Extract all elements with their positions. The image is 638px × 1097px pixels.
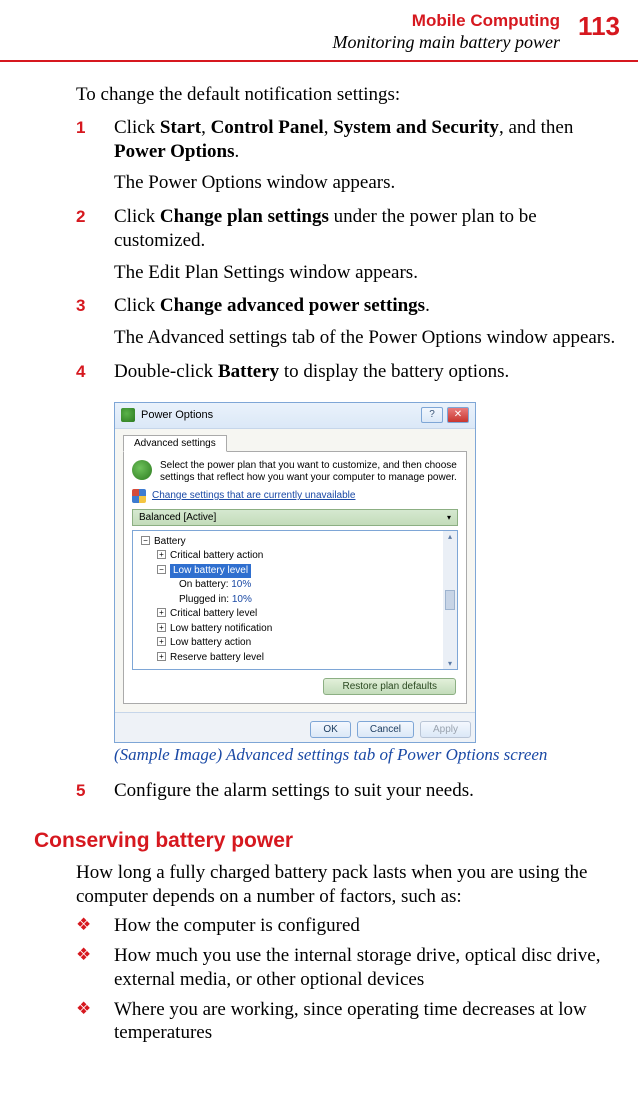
tree-item[interactable]: +Critical battery level [135,607,437,622]
step-number: 5 [76,779,96,811]
titlebar: Power Options ? ✕ [115,403,475,429]
uac-link[interactable]: Change settings that are currently unava… [132,489,458,503]
scroll-thumb[interactable] [445,590,455,610]
titlebar-left: Power Options [121,408,213,422]
step-3: 3 Click Change advanced power settings. … [76,294,620,352]
tree-item[interactable]: +Low battery notification [135,622,437,637]
image-caption: (Sample Image) Advanced settings tab of … [114,745,620,765]
restore-row: Restore plan defaults [132,670,458,695]
plan-selected: Balanced [Active] [139,512,216,523]
window-title: Power Options [141,409,213,421]
tree-item[interactable]: +Low battery action [135,636,437,651]
step-4: 4 Double-click Battery to display the ba… [76,360,620,392]
tab-body: Select the power plan that you want to c… [123,452,467,705]
step-result: The Power Options window appears. [114,171,620,195]
step-text: Click Change advanced power settings. [114,294,620,318]
apply-button[interactable]: Apply [420,721,471,738]
header-text: Mobile Computing Monitoring main battery… [333,10,561,54]
description-text: Select the power plan that you want to c… [160,460,458,485]
step-result: The Advanced settings tab of the Power O… [114,326,620,350]
tab-area: Advanced settings Select the power plan … [115,429,475,713]
tree-sub-plugged-in[interactable]: Plugged in: 10% [135,593,437,608]
restore-defaults-button[interactable]: Restore plan defaults [323,678,456,695]
collapse-icon[interactable]: − [157,565,166,574]
chevron-down-icon: ▾ [447,513,451,522]
bullet-item: ❖ How the computer is configured [76,914,620,938]
intro-text: To change the default notification setti… [76,84,620,106]
step-text: Click Change plan settings under the pow… [114,205,620,253]
dialog-actions: OK Cancel Apply [115,712,475,742]
expand-icon[interactable]: + [157,637,166,646]
scroll-up-icon[interactable]: ▴ [447,531,453,542]
bullet-item: ❖ How much you use the internal storage … [76,944,620,992]
tree-item[interactable]: +Reserve battery level [135,651,437,666]
ok-button[interactable]: OK [310,721,350,738]
dialog-window: Power Options ? ✕ Advanced settings Sele… [114,402,476,744]
expand-icon[interactable]: + [157,623,166,632]
plan-dropdown[interactable]: Balanced [Active] ▾ [132,509,458,526]
tree-root[interactable]: −Battery [135,535,437,550]
step-2: 2 Click Change plan settings under the p… [76,205,620,286]
tabstrip: Advanced settings [123,435,467,452]
help-button[interactable]: ? [421,407,443,423]
step-result: The Edit Plan Settings window appears. [114,261,620,285]
section-subtitle: Monitoring main battery power [333,31,561,54]
cancel-button[interactable]: Cancel [357,721,414,738]
step-number: 1 [76,116,96,197]
section-heading: Conserving battery power [34,829,620,853]
step-body: Click Change plan settings under the pow… [114,205,620,286]
bullet-icon: ❖ [76,914,96,938]
settings-tree: −Battery +Critical battery action −Low b… [132,530,458,671]
tree-sub-on-battery[interactable]: On battery: 10% [135,578,437,593]
step-body: Click Change advanced power settings. Th… [114,294,620,352]
tree-item-selected[interactable]: −Low battery level [135,564,437,579]
step-1: 1 Click Start, Control Panel, System and… [76,116,620,197]
collapse-icon[interactable]: − [141,536,150,545]
bullet-text: Where you are working, since operating t… [114,998,620,1046]
step-body: Double-click Battery to display the batt… [114,360,620,392]
description-row: Select the power plan that you want to c… [132,460,458,485]
page-header: Mobile Computing Monitoring main battery… [0,0,638,54]
step-number: 3 [76,294,96,352]
step-5: 5 Configure the alarm settings to suit y… [76,779,620,811]
tab-advanced-settings[interactable]: Advanced settings [123,435,227,452]
titlebar-buttons: ? ✕ [421,407,469,423]
link-text: Change settings that are currently unava… [152,490,355,501]
chapter-title: Mobile Computing [333,10,561,31]
tree-list: −Battery +Critical battery action −Low b… [135,535,453,666]
close-button[interactable]: ✕ [447,407,469,423]
step-text: Click Start, Control Panel, System and S… [114,116,620,164]
energy-icon [132,460,152,480]
page-number: 113 [578,10,620,39]
power-options-dialog: Power Options ? ✕ Advanced settings Sele… [114,402,476,744]
step-number: 2 [76,205,96,286]
step-body: Configure the alarm settings to suit you… [114,779,620,811]
expand-icon[interactable]: + [157,550,166,559]
scrollbar[interactable]: ▴ ▾ [443,531,457,670]
step-body: Click Start, Control Panel, System and S… [114,116,620,197]
bullet-text: How much you use the internal storage dr… [114,944,620,992]
shield-icon [132,489,146,503]
bullet-text: How the computer is configured [114,914,620,938]
expand-icon[interactable]: + [157,652,166,661]
bullet-item: ❖ Where you are working, since operating… [76,998,620,1046]
expand-icon[interactable]: + [157,608,166,617]
step-number: 4 [76,360,96,392]
scroll-down-icon[interactable]: ▾ [447,658,453,669]
bullet-icon: ❖ [76,944,96,992]
body-paragraph: How long a fully charged battery pack la… [76,861,620,909]
main-content: To change the default notification setti… [0,62,638,1045]
power-icon [121,408,135,422]
bullet-icon: ❖ [76,998,96,1046]
step-text: Configure the alarm settings to suit you… [114,779,620,803]
step-text: Double-click Battery to display the batt… [114,360,620,384]
tree-item[interactable]: +Critical battery action [135,549,437,564]
